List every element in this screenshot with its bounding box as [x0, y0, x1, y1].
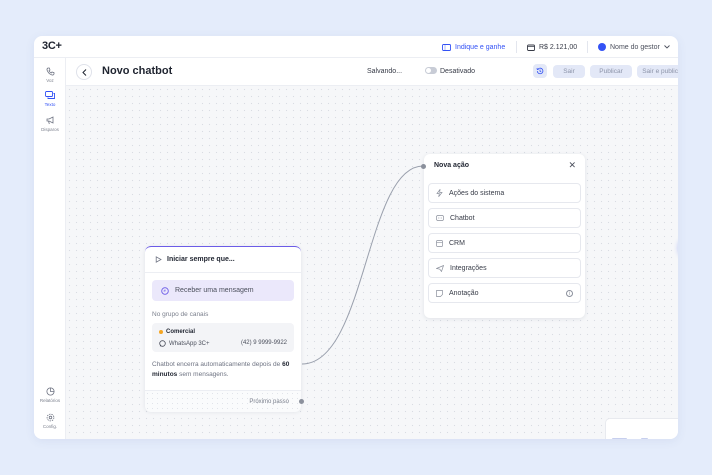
channel-card: Comercial WhatsApp 3C+ (42) 9 9999-9922 — [152, 323, 294, 352]
info-text: sem mensagens. — [177, 371, 229, 378]
editor-header: Novo chatbot Salvando... Desativado Sair… — [66, 58, 678, 86]
sidebar-item-texto[interactable]: Texto — [34, 91, 66, 107]
channel-group-label: No grupo de canais — [152, 311, 209, 318]
chevron-down-icon — [663, 45, 670, 49]
channel-phone: (42) 9 9999-9922 — [240, 340, 287, 346]
play-icon — [155, 256, 162, 263]
action-item-label: Integrações — [450, 264, 487, 272]
channel-name: WhatsApp 3C+ — [169, 340, 210, 347]
referral-link[interactable]: Indique e ganhe — [442, 42, 505, 52]
trigger-receive-message[interactable]: Receber uma mensagem — [152, 280, 294, 301]
history-button[interactable] — [533, 64, 547, 78]
manager-menu[interactable]: Nome do gestor — [598, 42, 670, 52]
action-item-chatbot[interactable]: Chatbot — [428, 208, 581, 228]
sidebar-item-label: Relatórios — [39, 398, 61, 403]
chevron-left-icon — [81, 68, 86, 76]
whatsapp-icon — [159, 340, 166, 347]
chat-icon — [45, 91, 55, 99]
sidebar-item-label: Config. — [42, 424, 58, 429]
info-icon[interactable]: i — [566, 290, 573, 297]
divider — [587, 41, 588, 53]
action-item-label: Anotação — [449, 289, 479, 297]
action-item-label: CRM — [449, 239, 465, 247]
sidebar-item-label: Voz — [46, 78, 54, 83]
input-port[interactable] — [421, 164, 426, 169]
save-status: Salvando... — [367, 68, 403, 75]
exit-button[interactable]: Sair — [553, 65, 585, 78]
sidebar: Voz Texto Disparos Relatórios Config. — [34, 58, 66, 439]
send-icon — [436, 264, 444, 272]
info-text: Chatbot encerra automaticamente depois d… — [152, 361, 283, 368]
channel-group-name: Comercial — [166, 329, 196, 335]
wallet-icon — [527, 44, 535, 51]
action-item-crm[interactable]: CRM — [428, 233, 581, 253]
page-title: Novo chatbot — [102, 65, 173, 77]
avatar — [598, 43, 606, 51]
lightning-icon — [436, 189, 443, 197]
crm-icon — [436, 239, 443, 247]
close-icon[interactable]: ✕ — [568, 160, 576, 171]
sidebar-item-voz[interactable]: Voz — [34, 67, 66, 83]
gear-icon — [46, 413, 54, 422]
activation-toggle[interactable] — [425, 67, 437, 74]
action-item-label: Chatbot — [450, 214, 475, 222]
app-window: 3C+ Indique e ganhe R$ 2.121,00 Nome do … — [34, 36, 678, 439]
history-icon — [536, 67, 544, 75]
divider — [516, 41, 517, 53]
sidebar-item-disparos[interactable]: Disparos — [34, 116, 66, 132]
group-color-dot — [159, 330, 163, 334]
reports-icon — [46, 387, 54, 396]
start-node-footer: Próximo passo — [145, 390, 301, 412]
app-logo: 3C+ — [42, 40, 62, 52]
phone-icon — [46, 67, 54, 76]
referral-label: Indique e ganhe — [455, 43, 506, 51]
back-button[interactable] — [76, 64, 92, 80]
new-action-node[interactable]: Nova ação ✕ Ações do sistema Chatbot CRM… — [421, 154, 585, 318]
start-node[interactable]: Iniciar sempre que... Receber uma mensag… — [145, 246, 304, 412]
sidebar-item-config[interactable]: Config. — [34, 413, 66, 429]
action-item-system-actions[interactable]: Ações do sistema — [428, 183, 581, 203]
balance-display: R$ 2.121,00 — [527, 42, 577, 52]
action-item-integrations[interactable]: Integrações — [428, 258, 581, 278]
action-item-annotation[interactable]: Anotação i — [428, 283, 581, 303]
top-bar: 3C+ Indique e ganhe R$ 2.121,00 Nome do … — [34, 36, 678, 58]
exit-and-publish-button[interactable]: Sair e publicar — [637, 65, 678, 78]
chatbot-icon — [436, 214, 444, 221]
ticket-icon — [442, 43, 451, 51]
minimap[interactable] — [605, 418, 678, 439]
sidebar-item-label: Texto — [44, 102, 56, 107]
message-icon — [161, 286, 169, 295]
start-node-title: Iniciar sempre que... — [167, 256, 235, 263]
sidebar-item-relatorios[interactable]: Relatórios — [34, 387, 66, 403]
publish-button[interactable]: Publicar — [590, 65, 632, 78]
action-node-title: Nova ação — [434, 162, 470, 169]
manager-name: Nome do gestor — [610, 43, 660, 51]
next-step-label: Próximo passo — [249, 399, 289, 405]
megaphone-icon — [46, 116, 53, 125]
note-icon — [436, 289, 443, 297]
auto-close-info: Chatbot encerra automaticamente depois d… — [152, 360, 294, 380]
flow-canvas[interactable]: Iniciar sempre que... Receber uma mensag… — [66, 86, 678, 439]
start-node-header: Iniciar sempre que... — [155, 256, 235, 263]
balance-value: R$ 2.121,00 — [539, 43, 578, 51]
sidebar-item-label: Disparos — [41, 127, 59, 132]
divider — [145, 272, 301, 273]
output-port[interactable] — [299, 399, 304, 404]
trigger-label: Receber uma mensagem — [175, 287, 254, 294]
action-item-label: Ações do sistema — [449, 189, 505, 197]
toggle-label: Desativado — [440, 68, 476, 75]
